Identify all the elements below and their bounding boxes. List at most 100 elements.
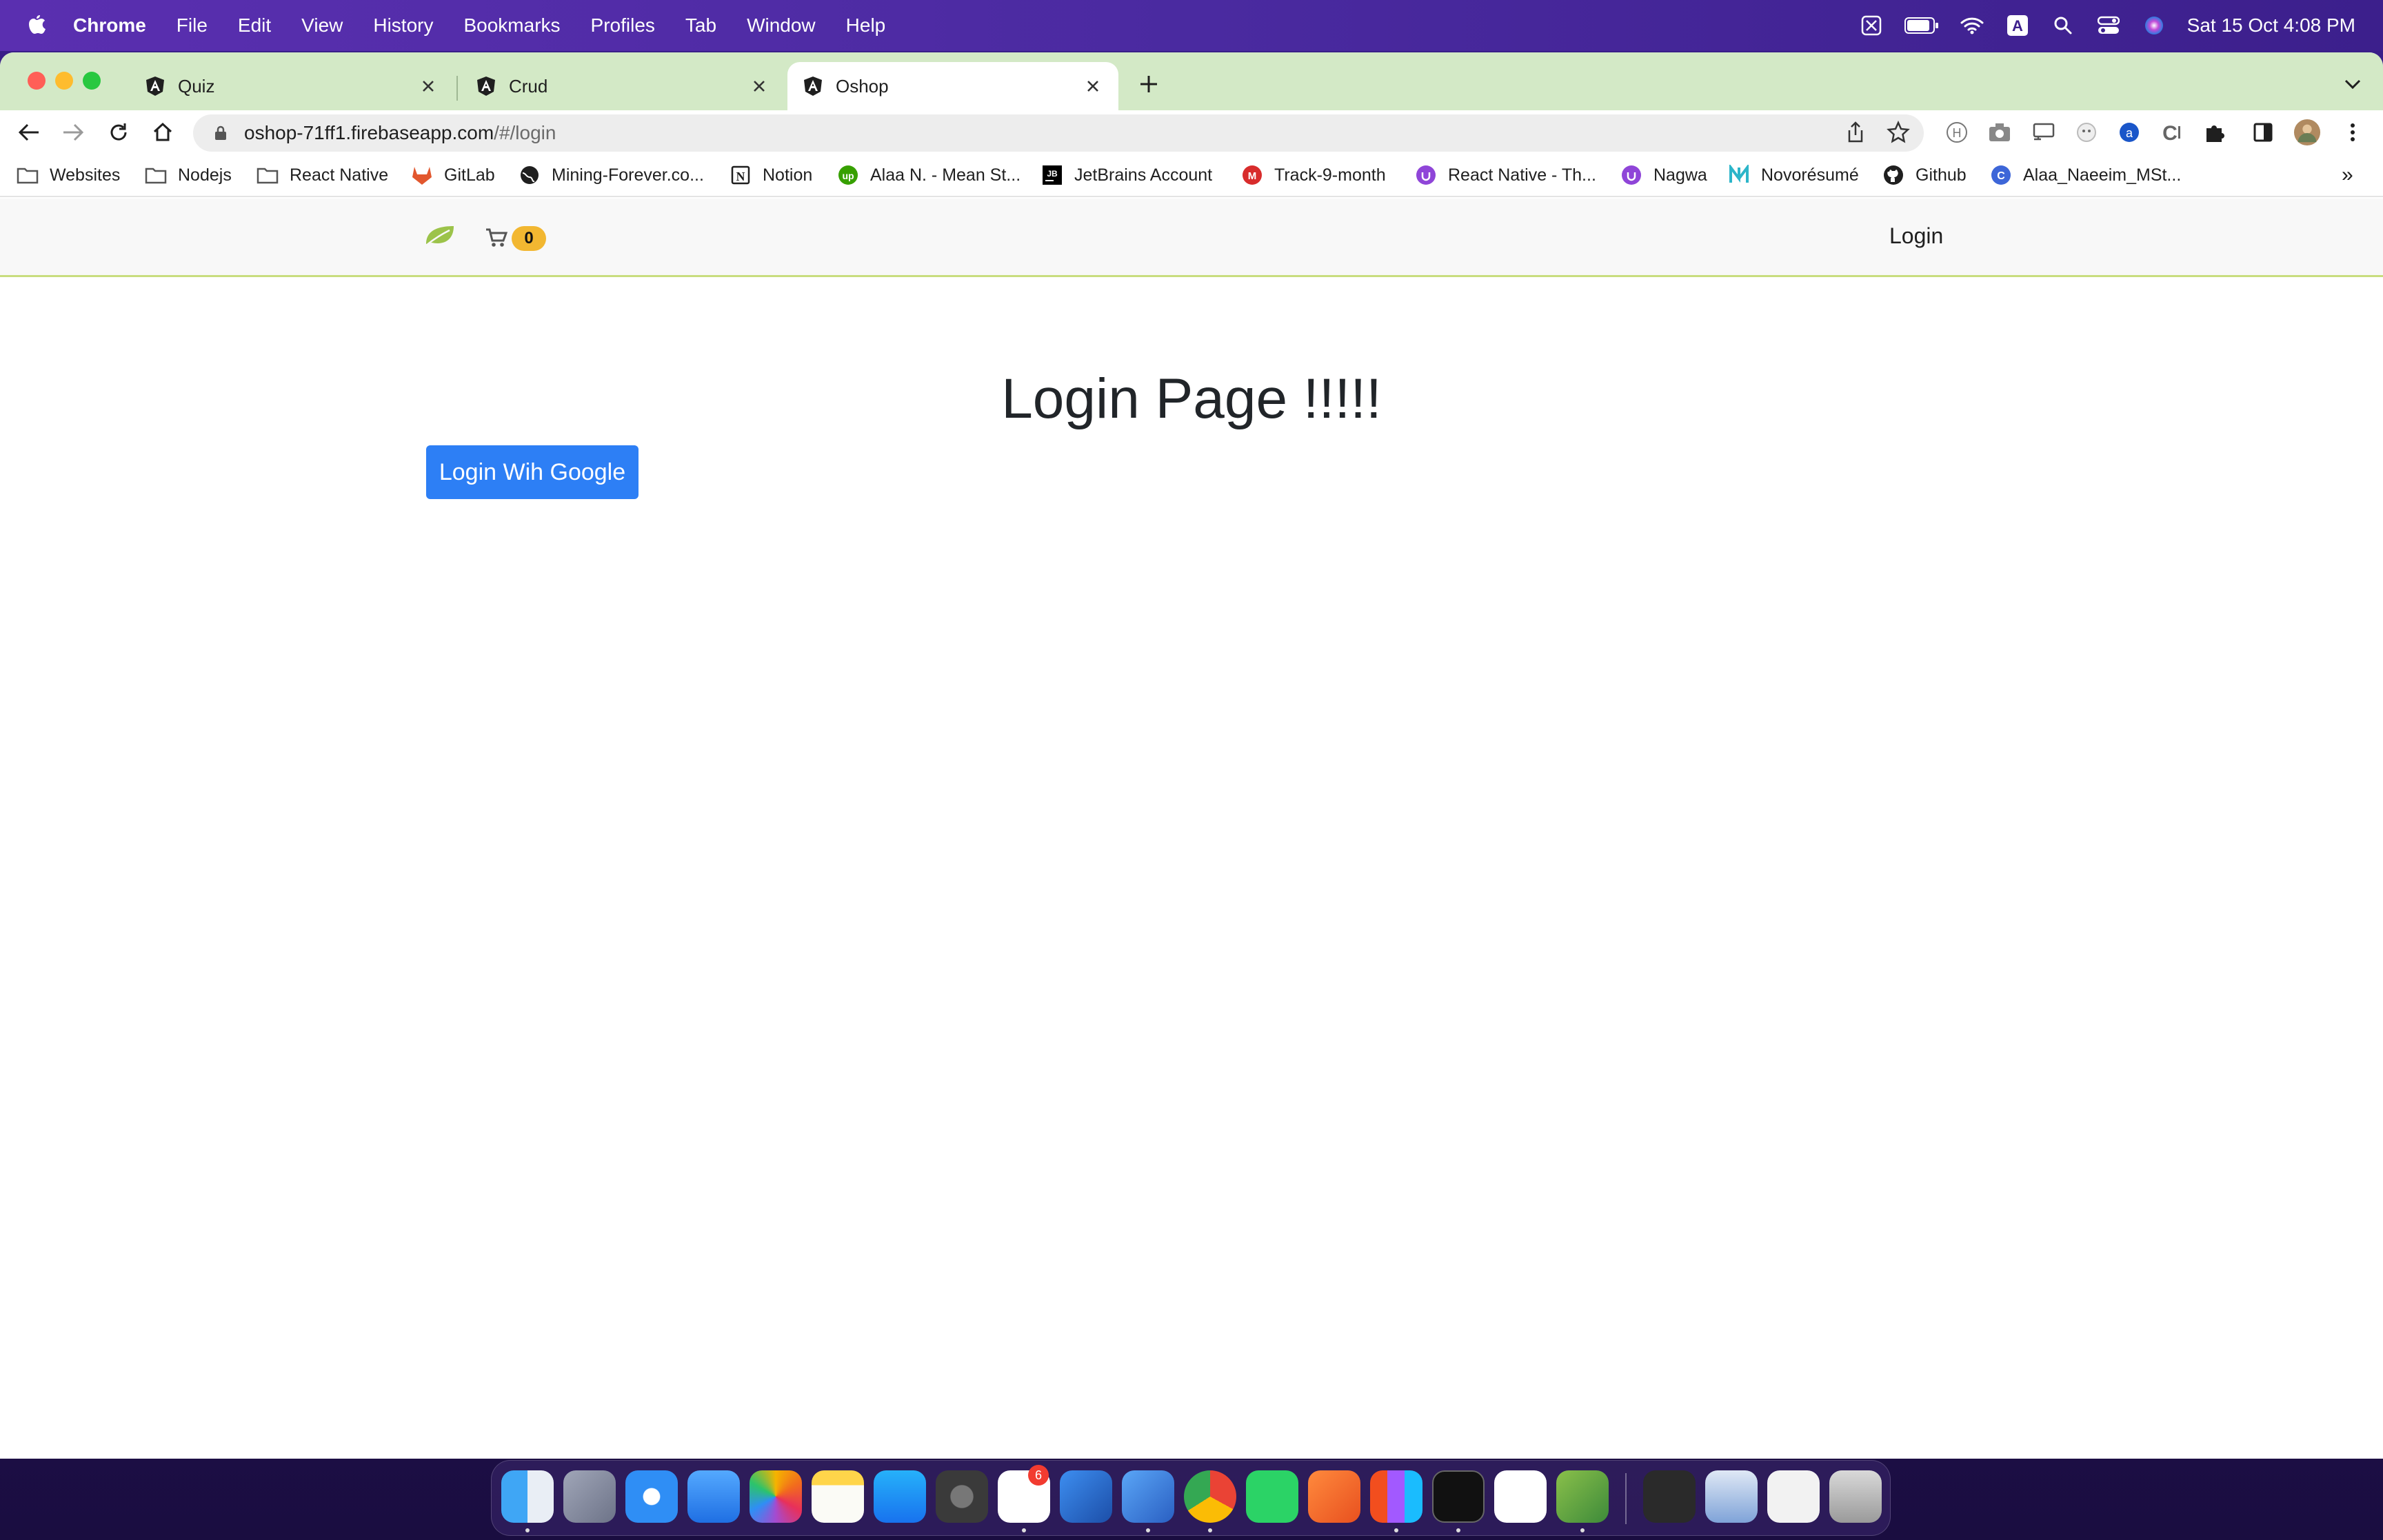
- bookmark-novoresume[interactable]: Novorésumé: [1728, 161, 1859, 189]
- bookmark-notion[interactable]: N Notion: [730, 161, 812, 189]
- bookmark-nodejs[interactable]: Nodejs: [145, 161, 232, 189]
- menu-window[interactable]: Window: [732, 14, 831, 37]
- tab-search-chevron-icon[interactable]: [2339, 70, 2366, 98]
- share-icon[interactable]: [1844, 121, 1867, 144]
- menu-clock[interactable]: Sat 15 Oct 4:08 PM: [2187, 14, 2355, 37]
- close-tab-icon[interactable]: [418, 76, 439, 97]
- bookmark-track-9-month[interactable]: M Track-9-month: [1241, 161, 1386, 189]
- screen-mirroring-icon[interactable]: [1859, 13, 1884, 38]
- dock-recent-window-icon[interactable]: [1705, 1470, 1758, 1523]
- address-bar[interactable]: oshop-71ff1.firebaseapp.com/#/login: [193, 114, 1924, 152]
- keyboard-input-icon[interactable]: A: [2005, 13, 2030, 38]
- extension-a-icon[interactable]: a: [2115, 119, 2143, 146]
- site-navbar: 0 Login: [0, 199, 2383, 277]
- menu-profiles[interactable]: Profiles: [576, 14, 670, 37]
- login-with-google-button[interactable]: Login Wih Google: [426, 445, 639, 499]
- extensions-puzzle-icon[interactable]: [2201, 119, 2229, 146]
- close-window-button[interactable]: [28, 72, 46, 90]
- dock-terminal-icon[interactable]: [1432, 1470, 1485, 1523]
- side-panel-icon[interactable]: [2249, 119, 2277, 146]
- bookmark-mining-forever[interactable]: Mining-Forever.co...: [519, 161, 704, 189]
- zoom-window-button[interactable]: [83, 72, 101, 90]
- dock-trash-icon[interactable]: [1829, 1470, 1882, 1523]
- bookmark-websites[interactable]: Websites: [17, 161, 120, 189]
- menu-help[interactable]: Help: [831, 14, 901, 37]
- svg-text:M: M: [1248, 170, 1257, 182]
- back-button[interactable]: [15, 119, 43, 146]
- extension-h-icon[interactable]: H: [1943, 119, 1971, 146]
- reload-button[interactable]: [105, 119, 132, 146]
- home-button[interactable]: [149, 119, 177, 146]
- menu-file[interactable]: File: [161, 14, 223, 37]
- leaf-logo-icon[interactable]: [423, 223, 456, 248]
- omnibox-actions: [1844, 121, 1910, 144]
- menu-tab[interactable]: Tab: [670, 14, 732, 37]
- siri-icon[interactable]: [2142, 13, 2166, 38]
- svg-text:JB: JB: [1047, 169, 1058, 179]
- shopping-cart-icon[interactable]: [485, 227, 507, 248]
- tab-oshop[interactable]: Oshop: [787, 62, 1118, 110]
- dock-mail-icon[interactable]: [687, 1470, 740, 1523]
- minimize-window-button[interactable]: [55, 72, 73, 90]
- dock-sketch-icon[interactable]: [1308, 1470, 1360, 1523]
- profile-avatar[interactable]: [2293, 119, 2321, 146]
- dock-notes-icon[interactable]: [812, 1470, 864, 1523]
- tab-quiz[interactable]: Quiz: [124, 62, 454, 110]
- apple-icon[interactable]: [26, 14, 47, 37]
- nav-login-link[interactable]: Login: [1889, 223, 1943, 249]
- battery-icon[interactable]: [1904, 13, 1939, 38]
- bookmark-github[interactable]: Github: [1882, 161, 1967, 189]
- bookmark-jetbrains[interactable]: JB JetBrains Account: [1041, 161, 1212, 189]
- tab-crud[interactable]: Crud: [455, 62, 785, 110]
- bookmark-upwork[interactable]: up Alaa N. - Mean St...: [837, 161, 1020, 189]
- cast-icon[interactable]: [2030, 119, 2058, 146]
- menu-app-name[interactable]: Chrome: [58, 14, 161, 37]
- chrome-menu-icon[interactable]: [2339, 119, 2366, 146]
- dock-safari-icon[interactable]: [625, 1470, 678, 1523]
- spotlight-icon[interactable]: [2051, 13, 2075, 38]
- bookmark-label: Novorésumé: [1761, 165, 1859, 185]
- forward-button[interactable]: [59, 119, 87, 146]
- screenshot-camera-icon[interactable]: [1986, 119, 2013, 146]
- dock-system-preferences-icon[interactable]: [936, 1470, 988, 1523]
- extension-c-icon[interactable]: C: [2158, 119, 2186, 146]
- menu-bookmarks[interactable]: Bookmarks: [448, 14, 575, 37]
- tab-title: Quiz: [178, 75, 215, 97]
- cart-count-badge: 0: [512, 226, 546, 251]
- dock-simulator-icon[interactable]: [1122, 1470, 1174, 1523]
- menu-edit[interactable]: Edit: [223, 14, 286, 37]
- dock-photos-icon[interactable]: [750, 1470, 802, 1523]
- svg-text:up: up: [842, 170, 854, 181]
- extension-cat-icon[interactable]: [2073, 119, 2100, 146]
- menu-history[interactable]: History: [358, 14, 448, 37]
- menu-view[interactable]: View: [286, 14, 358, 37]
- control-center-icon[interactable]: [2096, 13, 2121, 38]
- new-tab-button[interactable]: [1135, 70, 1163, 98]
- svg-text:a: a: [2126, 126, 2133, 140]
- dock-xcode-icon[interactable]: [1060, 1470, 1112, 1523]
- dock-chrome-icon[interactable]: [1184, 1470, 1236, 1523]
- dock-figma-icon[interactable]: [1370, 1470, 1422, 1523]
- bookmark-star-icon[interactable]: [1887, 121, 1910, 144]
- close-tab-icon[interactable]: [1083, 76, 1103, 97]
- bookmark-label: Nagwa: [1653, 165, 1707, 185]
- dock-launchpad-icon[interactable]: [563, 1470, 616, 1523]
- close-tab-icon[interactable]: [749, 76, 770, 97]
- lock-icon[interactable]: [212, 125, 229, 141]
- wifi-icon[interactable]: [1960, 13, 1984, 38]
- bookmark-nagwa[interactable]: Nagwa: [1620, 161, 1707, 189]
- dock-app-store-icon[interactable]: [874, 1470, 926, 1523]
- dock-vscode-icon[interactable]: [1494, 1470, 1547, 1523]
- bookmark-gitlab[interactable]: GitLab: [411, 161, 495, 189]
- bookmark-react-native-course[interactable]: React Native - Th...: [1415, 161, 1596, 189]
- dock-whatsapp-icon[interactable]: [1246, 1470, 1298, 1523]
- bookmark-react-native[interactable]: React Native: [257, 161, 388, 189]
- dock-finder-icon[interactable]: [501, 1470, 554, 1523]
- bookmarks-overflow-button[interactable]: »: [2342, 161, 2353, 189]
- bookmark-cv[interactable]: C Alaa_Naeeim_MSt...: [1990, 161, 2181, 189]
- dock-android-studio-icon[interactable]: [1556, 1470, 1609, 1523]
- url-text[interactable]: oshop-71ff1.firebaseapp.com/#/login: [244, 122, 556, 144]
- dock-recent-window-icon[interactable]: [1767, 1470, 1820, 1523]
- dock-recent-window-icon[interactable]: [1643, 1470, 1696, 1523]
- upwork-icon: up: [837, 164, 859, 186]
